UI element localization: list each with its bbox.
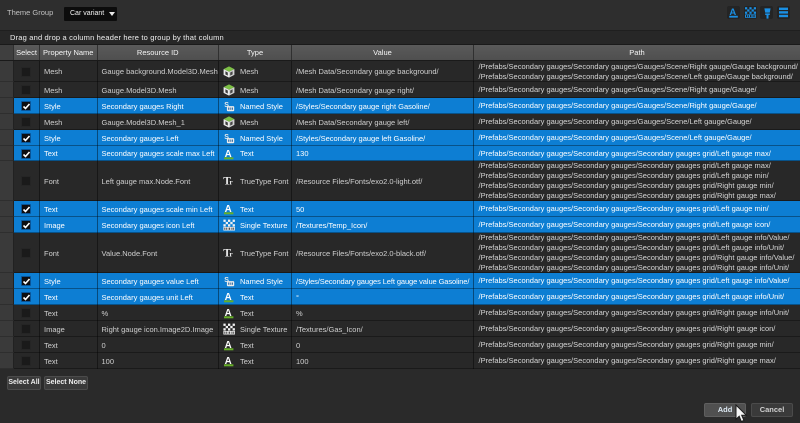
svg-text:r: r	[229, 250, 233, 259]
svg-text:r: r	[229, 178, 233, 187]
